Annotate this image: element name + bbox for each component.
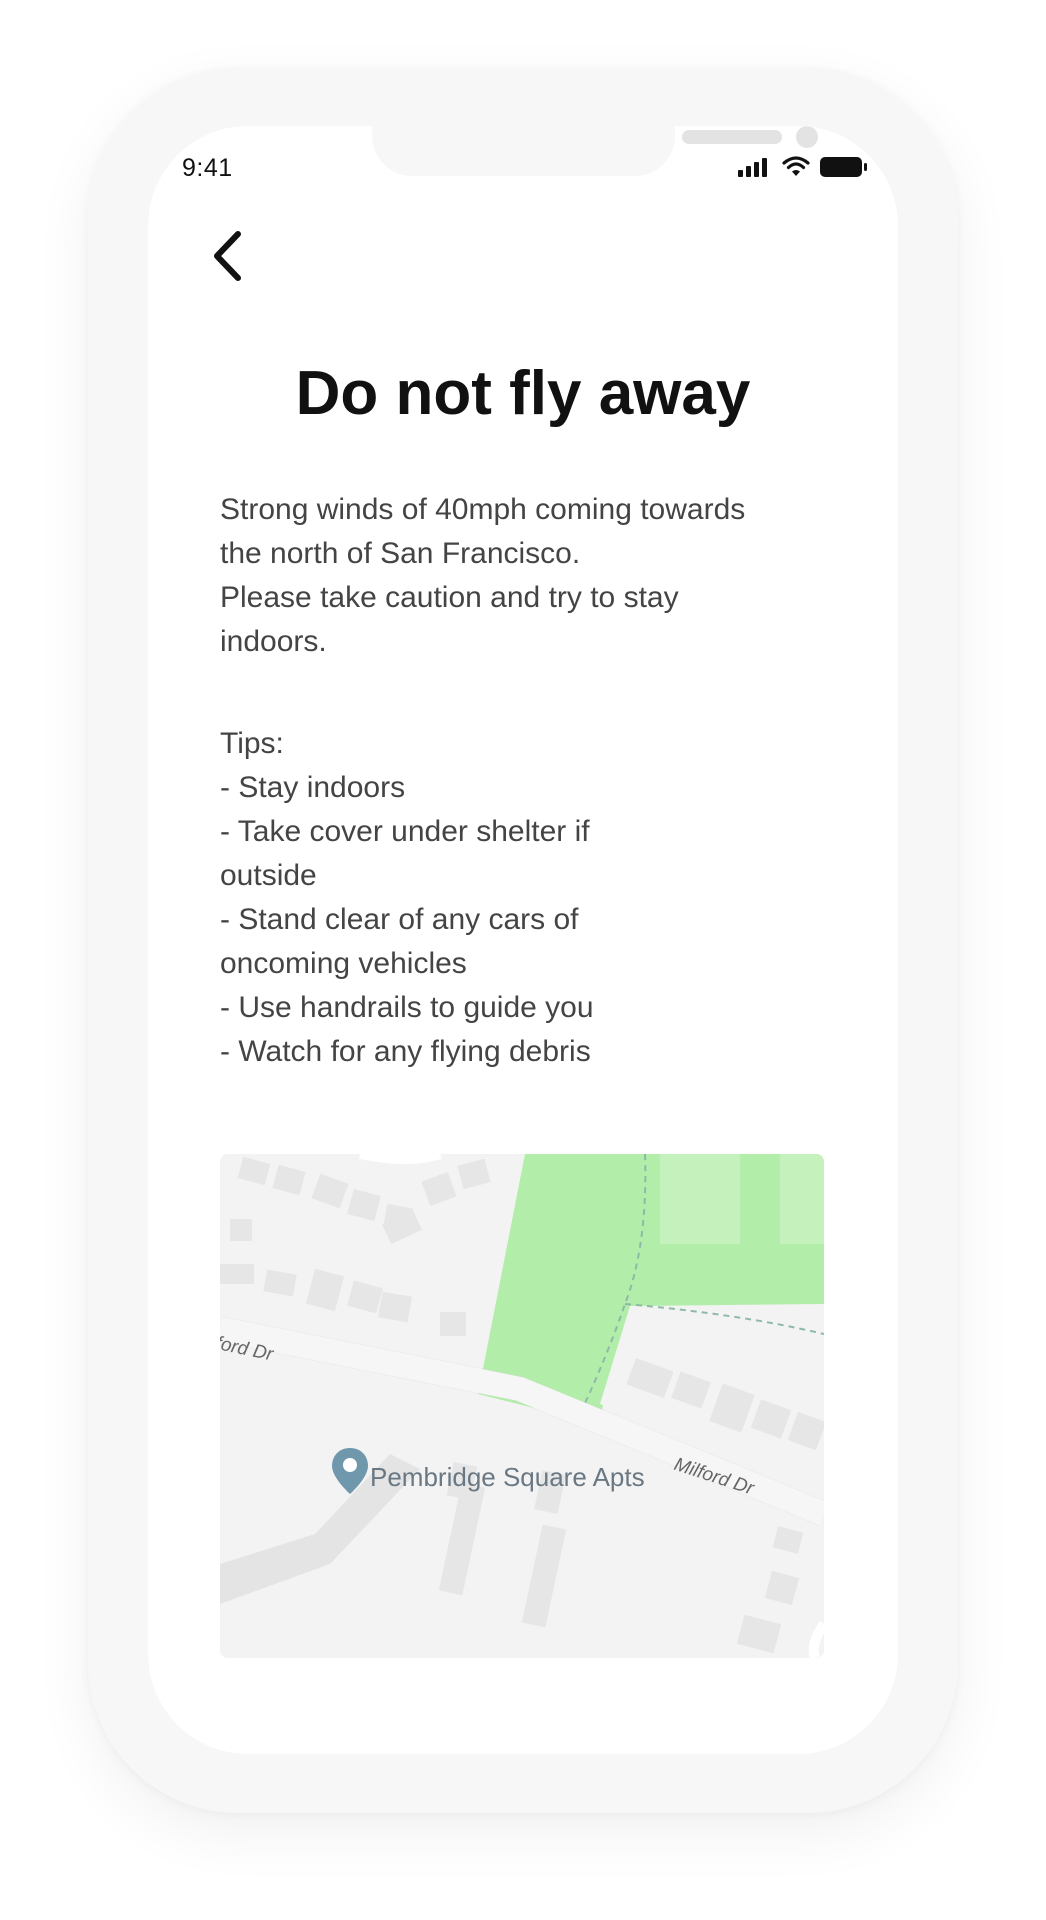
alert-description: Strong winds of 40mph coming towards the… (220, 493, 746, 658)
app-mockup: 9:41 Do not fly away Strong winds of 40m… (0, 0, 1046, 1920)
signal-icon (738, 157, 772, 182)
place-label[interactable]: Pembridge Square Apts (370, 1462, 645, 1493)
camera (796, 126, 818, 148)
back-button[interactable] (210, 226, 270, 286)
battery-icon (820, 156, 868, 183)
map-view[interactable]: lford Dr Milford Dr Pembridge Square Apt… (220, 1154, 824, 1658)
page-title: Do not fly away (295, 359, 751, 428)
status-icons (738, 156, 868, 183)
wifi-icon (782, 156, 810, 183)
status-time: 9:41 (182, 154, 233, 182)
speaker (682, 130, 782, 144)
tips-list: Tips: - Stay indoors - Take cover under … (220, 727, 594, 1068)
phone-screen: 9:41 Do not fly away Strong winds of 40m… (148, 126, 898, 1754)
map-canvas (220, 1154, 824, 1658)
location-pin-icon[interactable] (330, 1446, 370, 1498)
chevron-left-icon (214, 231, 241, 281)
notch (372, 126, 818, 176)
